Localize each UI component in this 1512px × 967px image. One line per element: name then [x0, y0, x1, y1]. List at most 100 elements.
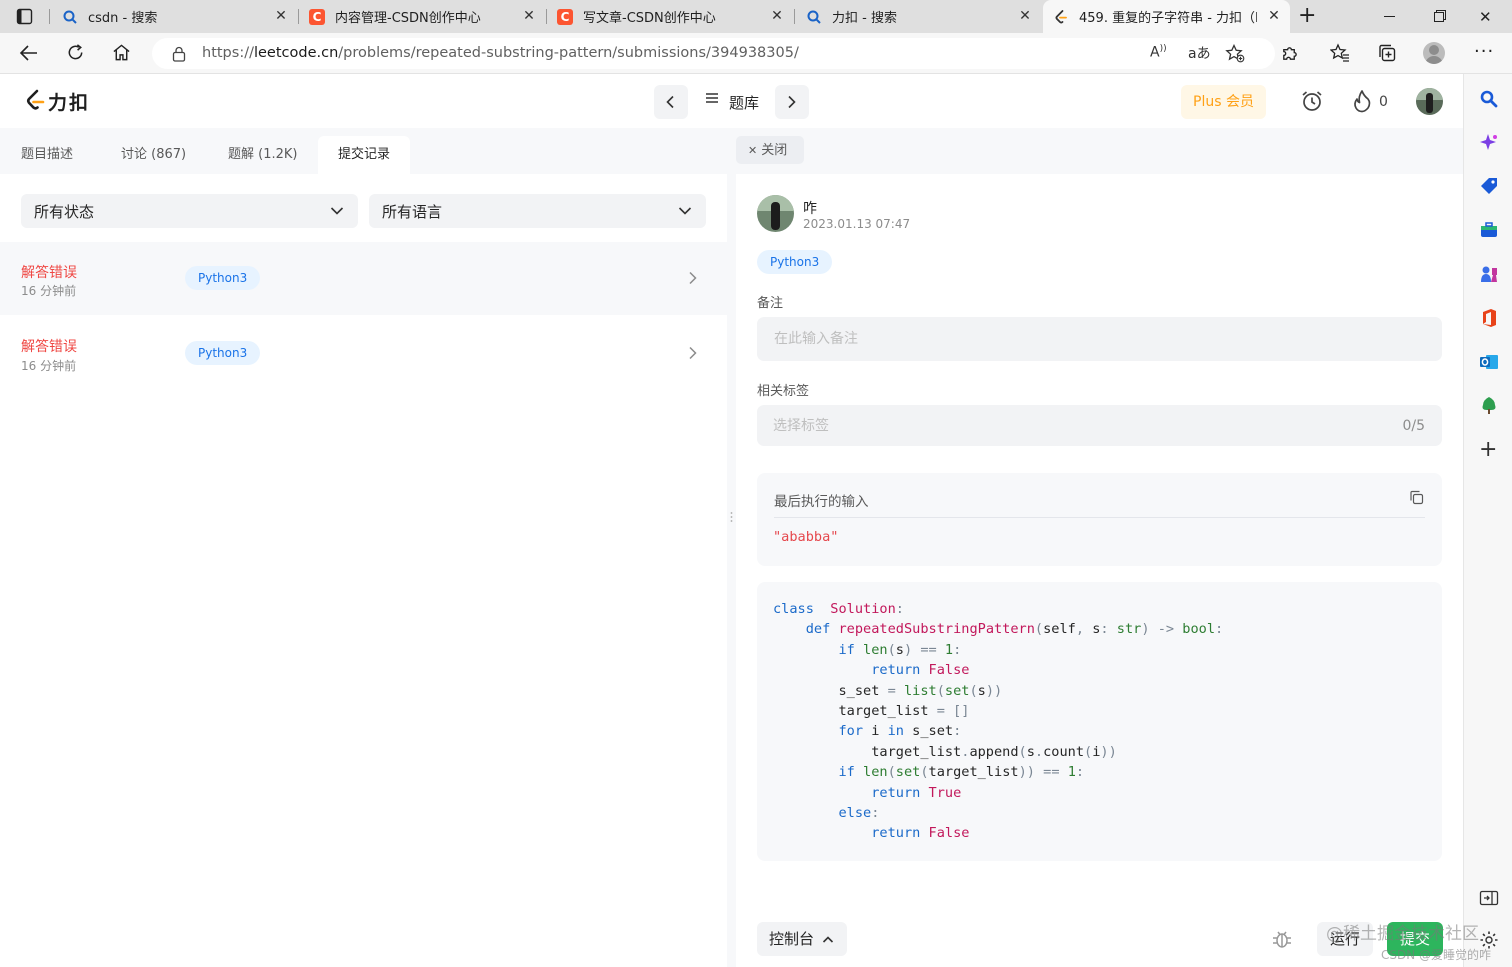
author-name[interactable]: 咋 [803, 198, 817, 218]
plus-membership-button[interactable]: Plus 会员 [1181, 85, 1266, 119]
language-filter-value: 所有语言 [382, 203, 443, 221]
lock-icon[interactable] [172, 46, 186, 62]
add-sidebar-app-icon[interactable]: + [1479, 439, 1497, 461]
copilot-sparkle-icon[interactable] [1479, 133, 1499, 153]
close-detail-button[interactable]: ✕ 关闭 [736, 136, 804, 164]
shopping-tag-icon[interactable] [1479, 176, 1499, 196]
close-tab-icon[interactable]: ✕ [521, 8, 537, 24]
tab-actions-icon[interactable] [16, 8, 33, 25]
prev-problem-button[interactable] [654, 85, 688, 119]
browser-tab[interactable]: C 内容管理-CSDN创作中心 ✕ [300, 0, 545, 33]
copy-icon[interactable] [1409, 490, 1424, 505]
browser-tab[interactable]: csdn - 搜索 ✕ [52, 0, 297, 33]
tab-discussion[interactable]: 讨论 (867) [121, 128, 186, 174]
code-token: s_set [773, 682, 888, 699]
code-token: 1 [944, 641, 954, 658]
code-token: repeatedSubstringPattern [838, 621, 1035, 638]
tags-select[interactable]: 选择标签 0/5 [757, 405, 1442, 446]
read-aloud-icon[interactable]: A)) [1150, 44, 1167, 61]
tab-submissions[interactable]: 提交记录 [318, 136, 410, 174]
debug-bug-icon[interactable] [1271, 928, 1293, 950]
code-token: : [1215, 621, 1224, 638]
back-icon[interactable] [19, 44, 39, 62]
code-line: def repeatedSubstringPattern(self, s: st… [773, 619, 1223, 639]
code-token: in [887, 723, 904, 740]
streak-count: 0 [1379, 94, 1388, 110]
author-avatar[interactable] [757, 195, 794, 232]
code-token: : [871, 805, 880, 822]
submission-row[interactable]: 解答错误 16 分钟前 Python3 [0, 317, 727, 390]
language-badge: Python3 [757, 250, 833, 274]
translate-icon[interactable]: aあ [1188, 43, 1211, 63]
leetcode-logo-icon[interactable] [24, 88, 46, 114]
chevron-up-icon [822, 923, 834, 955]
extensions-icon[interactable] [1280, 44, 1299, 63]
favorites-icon[interactable] [1330, 43, 1350, 63]
note-label: 备注 [757, 296, 784, 311]
code-token: for [838, 723, 864, 740]
code-token: : [1100, 621, 1117, 638]
streak-fire-icon[interactable] [1351, 89, 1373, 113]
browser-tab-strip: csdn - 搜索 ✕ C 内容管理-CSDN创作中心 ✕ C 写文章-CSDN… [0, 0, 1512, 33]
user-avatar[interactable] [1416, 88, 1443, 115]
tab-solutions[interactable]: 题解 (1.2K) [228, 128, 297, 174]
code-token: count [1043, 743, 1085, 760]
language-filter-select[interactable]: 所有语言 [369, 194, 706, 228]
code-token: def [805, 621, 831, 638]
profile-avatar[interactable] [1423, 42, 1445, 64]
logo-text[interactable]: 力扣 [48, 88, 90, 115]
code-token: : [953, 723, 962, 740]
code-token: = [] [936, 703, 970, 720]
outlook-icon[interactable] [1479, 352, 1499, 372]
browser-tab[interactable]: C 写文章-CSDN创作中心 ✕ [548, 0, 793, 33]
code-token: bool [1182, 621, 1216, 638]
problem-list-link[interactable]: 题库 [729, 92, 759, 113]
close-tab-icon[interactable]: ✕ [769, 8, 785, 24]
code-token: : [953, 641, 962, 658]
code-token: return [871, 662, 921, 679]
browser-tab[interactable]: 力扣 - 搜索 ✕ [796, 0, 1041, 33]
browser-tab-title: 力扣 - 搜索 [832, 11, 897, 26]
status-filter-select[interactable]: 所有状态 [21, 194, 358, 228]
new-tab-button[interactable]: + [1298, 5, 1316, 27]
home-icon[interactable] [112, 43, 131, 62]
collections-icon[interactable] [1377, 43, 1397, 63]
chevron-right-icon [688, 346, 698, 360]
alarm-clock-icon[interactable] [1300, 89, 1324, 113]
favorite-add-icon[interactable] [1225, 44, 1245, 63]
tab-description[interactable]: 题目描述 [21, 128, 73, 174]
close-label: 关闭 [761, 143, 788, 158]
note-input[interactable]: 在此输入备注 [757, 317, 1442, 361]
tree-icon[interactable] [1479, 396, 1499, 416]
submission-status: 解答错误 [21, 339, 77, 355]
sidebar-toggle-icon[interactable] [1479, 888, 1499, 908]
code-token: ( [1018, 743, 1027, 760]
tools-briefcase-icon[interactable] [1479, 220, 1499, 240]
submission-row[interactable]: 解答错误 16 分钟前 Python3 [0, 242, 727, 315]
browser-tab-active[interactable]: 459. 重复的子字符串 - 力扣（Le ✕ [1043, 0, 1290, 33]
close-tab-icon[interactable]: ✕ [1266, 8, 1282, 24]
office-icon[interactable] [1479, 308, 1499, 328]
close-tab-icon[interactable]: ✕ [273, 8, 289, 24]
restore-icon[interactable] [1434, 10, 1446, 22]
panel-resize-handle[interactable] [730, 510, 733, 524]
more-menu-icon[interactable]: ··· [1474, 41, 1494, 62]
minimize-icon[interactable] [1384, 16, 1395, 17]
url-bar[interactable]: https://leetcode.cn/problems/repeated-su… [152, 38, 1275, 69]
code-token: class [773, 601, 814, 617]
next-problem-button[interactable] [775, 85, 809, 119]
code-line: return False [773, 823, 1223, 843]
tags-placeholder: 选择标签 [773, 418, 829, 434]
console-toggle-button[interactable]: 控制台 [757, 922, 847, 956]
refresh-icon[interactable] [66, 43, 85, 62]
games-icon[interactable] [1479, 264, 1499, 284]
search-icon[interactable] [1479, 89, 1499, 109]
close-tab-icon[interactable]: ✕ [1017, 8, 1033, 24]
list-menu-icon[interactable] [705, 92, 719, 104]
window-close-icon[interactable]: ✕ [1479, 8, 1492, 26]
left-panel: 题目描述 讨论 (867) 题解 (1.2K) 提交记录 所有状态 所有语言 解… [0, 128, 727, 967]
